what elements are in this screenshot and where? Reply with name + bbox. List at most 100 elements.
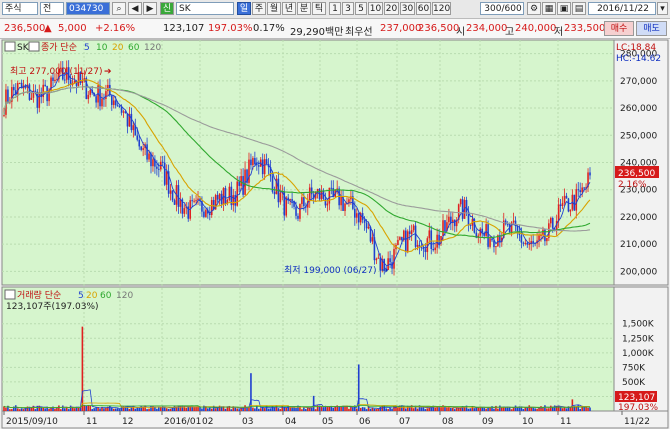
date-field[interactable]: 2016/11/22 — [588, 2, 656, 15]
interval-button[interactable]: 3 — [342, 2, 354, 15]
interval-button[interactable]: 20 — [384, 2, 399, 15]
ask-price: 237,000 — [380, 23, 422, 34]
period-button[interactable]: 월 — [267, 2, 281, 15]
volume-bar — [530, 407, 533, 411]
chart-canvas[interactable]: 200,000210,000220,000230,000240,000250,0… — [0, 39, 670, 429]
period-button[interactable]: 분 — [297, 2, 311, 15]
volume-bar — [553, 405, 556, 411]
volume-bar — [524, 407, 527, 411]
candle-body — [263, 159, 266, 175]
volume-bar — [499, 405, 501, 411]
volume-bar — [422, 407, 425, 411]
interval-button[interactable]: 1 — [329, 2, 341, 15]
candle-body — [559, 204, 562, 206]
candle-body — [448, 216, 450, 223]
high-arrow-icon: ➔ — [104, 67, 112, 77]
volume-bar — [128, 408, 131, 411]
volume-bar — [373, 408, 376, 411]
volume-legend-toggle-icon[interactable] — [4, 289, 16, 300]
volume-bar — [169, 408, 172, 411]
volume-bar — [9, 409, 11, 411]
candle-body — [410, 230, 413, 234]
period-button[interactable]: 일 — [237, 2, 251, 15]
candle-body — [575, 189, 578, 211]
volume-bar — [536, 408, 538, 411]
buy-button[interactable]: 매수 — [604, 21, 634, 36]
volume-bar — [207, 408, 209, 411]
sell-button[interactable]: 매도 — [636, 21, 667, 36]
volume-tick-label: 1,250K — [622, 334, 655, 344]
price-tick-label: 260,000 — [620, 104, 657, 114]
period-button[interactable]: 주 — [252, 2, 266, 15]
candle-body — [177, 185, 180, 207]
legend-close-icon[interactable] — [28, 41, 40, 52]
toolbar: 주식 전 034730 ⌕ ◀ ▶ 신 SK 일주월년분틱 1 3 5 10 20 30 6… — [0, 0, 670, 19]
price-tick-label: 210,000 — [620, 240, 657, 250]
candle-body — [169, 190, 172, 194]
volume-bar — [167, 408, 170, 411]
volume-bar — [344, 406, 346, 411]
period-button[interactable]: 틱 — [312, 2, 326, 15]
prev-stock-icon[interactable]: ◀ — [128, 2, 142, 15]
volume-bar — [273, 407, 276, 411]
interval-button[interactable]: 30 — [400, 2, 415, 15]
candle-body — [565, 195, 568, 199]
grid-icon[interactable]: ▦ — [542, 2, 556, 15]
candle-body — [404, 230, 407, 252]
credit-badge: 신 — [160, 2, 174, 15]
volume-bar — [152, 405, 154, 411]
stock-chart[interactable]: 200,000 210,000 220,000 230,000 240,000 250,0… — [0, 39, 670, 429]
volume-bar — [332, 407, 335, 411]
legend-toggle-icon[interactable] — [4, 41, 16, 52]
open-label: 시 — [456, 27, 466, 38]
volume-bar — [387, 409, 389, 411]
volume-bar — [201, 408, 203, 411]
search-icon[interactable]: ⌕ — [112, 2, 126, 15]
candle-body — [44, 84, 46, 87]
volume-bar — [483, 407, 485, 411]
volume-bar — [434, 407, 436, 411]
candle-body — [487, 224, 489, 247]
volume-bar — [404, 408, 407, 411]
window-icon[interactable]: ▤ — [572, 2, 586, 15]
volume-bar — [359, 407, 362, 411]
interval-button[interactable]: 60 — [416, 2, 431, 15]
volume-bar — [136, 407, 139, 411]
volume-bar — [412, 408, 415, 411]
candle-body — [522, 242, 525, 244]
candle-body — [371, 237, 374, 242]
market-select[interactable]: 주식 — [2, 2, 38, 15]
save-icon[interactable]: ▣ — [557, 2, 571, 15]
period-button[interactable]: 년 — [282, 2, 296, 15]
candle-body — [430, 230, 433, 250]
candle-body — [512, 220, 515, 223]
calendar-icon[interactable]: ▾ — [657, 2, 668, 15]
mode-select[interactable]: 전 — [40, 2, 64, 15]
settings-icon[interactable]: ⚙ — [527, 2, 541, 15]
next-stock-icon[interactable]: ▶ — [143, 2, 157, 15]
volume-bar — [546, 408, 548, 411]
stock-code-input[interactable]: 034730 — [66, 2, 110, 15]
volume-bar — [236, 408, 239, 411]
candle-body — [116, 105, 119, 107]
interval-button[interactable]: 5 — [355, 2, 367, 15]
volume-bar — [575, 406, 578, 411]
interval-button[interactable]: 10 — [368, 2, 383, 15]
volume-bar — [565, 408, 568, 411]
volume-bar — [375, 409, 378, 411]
candle-body — [105, 91, 107, 100]
volume-bar — [587, 407, 589, 411]
data-count-field[interactable]: 300/600 — [480, 2, 524, 15]
interval-button[interactable]: 120 — [432, 2, 451, 15]
price-tick-label: 270,000 — [620, 77, 657, 87]
volume-bar — [165, 408, 168, 411]
volume-bar — [348, 408, 350, 411]
candle-body — [165, 171, 168, 185]
volume-bar — [269, 408, 272, 411]
trade-amount: 29,290백만 — [290, 27, 344, 38]
volume-bar — [109, 405, 111, 411]
best-quote-label: 최우선 — [345, 27, 373, 38]
candle-body — [126, 113, 129, 127]
candle-body — [299, 203, 301, 219]
candle-body — [546, 237, 548, 242]
